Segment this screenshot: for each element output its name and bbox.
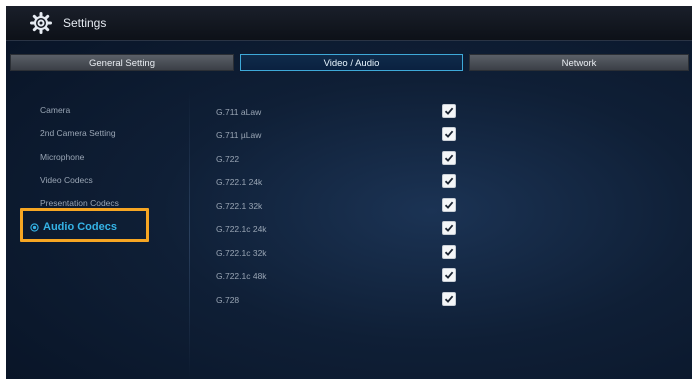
checkmark-icon: [444, 130, 454, 138]
tab-video-audio[interactable]: Video / Audio: [240, 54, 463, 71]
codec-label: G.722.1c 32k: [216, 248, 267, 258]
codec-label: G.722: [216, 154, 240, 164]
tab-general-setting[interactable]: General Setting: [10, 54, 234, 71]
codec-label: G.722.1 24k: [216, 177, 263, 187]
sidebar-item-2nd-camera-setting[interactable]: 2nd Camera Setting: [40, 128, 116, 138]
page-title: Settings: [63, 16, 107, 30]
checkbox-g7221-32k[interactable]: [442, 198, 456, 212]
sidebar-item-camera[interactable]: Camera: [40, 105, 70, 115]
checkmark-icon: [444, 271, 454, 279]
codec-row-g711-alaw: G.711 aLaw: [216, 104, 476, 122]
codec-row-g7221c-24k: G.722.1c 24k: [216, 221, 476, 239]
gear-icon: [30, 12, 52, 34]
codec-label: G.722.1c 48k: [216, 271, 267, 281]
checkbox-g711-ulaw[interactable]: [442, 127, 456, 141]
checkmark-icon: [444, 154, 454, 162]
checkmark-icon: [444, 201, 454, 209]
checkbox-g722[interactable]: [442, 151, 456, 165]
checkmark-icon: [444, 224, 454, 232]
checkmark-icon: [444, 177, 454, 185]
title-bar: Settings: [6, 6, 692, 41]
sidebar-item-microphone[interactable]: Microphone: [40, 152, 84, 162]
sidebar-divider: [189, 90, 190, 379]
checkbox-g7221-24k[interactable]: [442, 174, 456, 188]
sidebar-item-presentation-codecs[interactable]: Presentation Codecs: [40, 198, 119, 208]
codec-label: G.711 µLaw: [216, 130, 262, 140]
sidebar-item-video-codecs[interactable]: Video Codecs: [40, 175, 93, 185]
settings-screen: Settings General Setting Video / Audio N…: [6, 6, 692, 379]
checkmark-icon: [444, 107, 454, 115]
checkbox-g7221c-24k[interactable]: [442, 221, 456, 235]
codec-label: G.722.1 32k: [216, 201, 263, 211]
selection-highlight: [20, 208, 149, 242]
checkbox-g7221c-48k[interactable]: [442, 268, 456, 282]
codec-label: G.711 aLaw: [216, 107, 262, 117]
checkmark-icon: [444, 295, 454, 303]
codec-label: G.728: [216, 295, 240, 305]
codec-row-g7221-32k: G.722.1 32k: [216, 198, 476, 216]
checkbox-g7221c-32k[interactable]: [442, 245, 456, 259]
codec-label: G.722.1c 24k: [216, 224, 267, 234]
tab-bar: General Setting Video / Audio Network: [6, 54, 692, 74]
checkbox-g728[interactable]: [442, 292, 456, 306]
checkmark-icon: [444, 248, 454, 256]
tab-network[interactable]: Network: [469, 54, 689, 71]
checkbox-g711-alaw[interactable]: [442, 104, 456, 118]
codec-row-g7221c-48k: G.722.1c 48k: [216, 268, 476, 286]
codec-row-g7221c-32k: G.722.1c 32k: [216, 245, 476, 263]
codec-row-g728: G.728: [216, 292, 476, 310]
codec-row-g711-ulaw: G.711 µLaw: [216, 127, 476, 145]
codec-row-g722: G.722: [216, 151, 476, 169]
codec-row-g7221-24k: G.722.1 24k: [216, 174, 476, 192]
